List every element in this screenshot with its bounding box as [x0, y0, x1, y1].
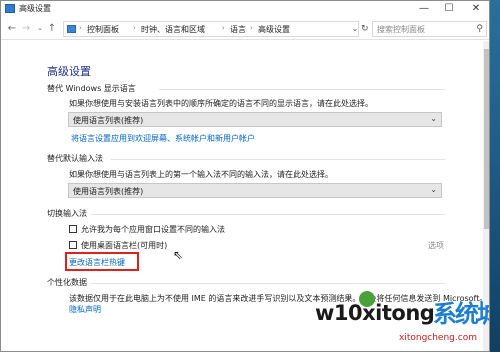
watermark-cn-text: 系统城: [433, 300, 489, 328]
switch-input-heading: 切换输入法: [47, 209, 87, 218]
section-divider: [91, 214, 445, 215]
privacy-statement-link[interactable]: 隐私声明: [69, 304, 101, 315]
page-title: 高级设置: [47, 65, 91, 78]
navigation-bar: ← → ⌄ ↑ › 控制面板 › 时钟、语言和区域 › 语言 › 高级设置 ⌄ …: [1, 18, 489, 40]
input-method-select[interactable]: 使用语言列表(推荐) ⌄: [68, 183, 442, 198]
input-method-select-value: 使用语言列表(推荐): [73, 187, 144, 196]
section-divider: [159, 89, 445, 90]
search-placeholder: 搜索控制面板: [377, 25, 425, 34]
refresh-icon[interactable]: ↻: [361, 21, 371, 37]
desktop-language-bar-label: 使用桌面语言栏(可用时): [81, 241, 168, 250]
scrollbar-thumb[interactable]: [484, 49, 489, 229]
control-panel-icon: [5, 4, 15, 13]
watermark-text: w10xitong: [315, 301, 435, 325]
maximize-button[interactable]: ☐: [438, 1, 460, 17]
mouse-cursor-icon: ⇖: [173, 248, 184, 262]
breadcrumb-separator: ›: [133, 24, 136, 32]
chevron-down-icon: ⌄: [430, 185, 437, 194]
forward-arrow-icon[interactable]: →: [19, 21, 33, 36]
breadcrumb-separator: ›: [79, 24, 82, 32]
back-arrow-icon[interactable]: ←: [5, 21, 19, 36]
advanced-settings-window: 高级设置 — ☐ ✕ ← → ⌄ ↑ › 控制面板 › 时钟、语言和区域 › 语…: [0, 0, 490, 352]
address-bar[interactable]: › 控制面板 › 时钟、语言和区域 › 语言 › 高级设置: [63, 21, 359, 37]
apply-language-settings-link[interactable]: 将语言设置应用到欢迎屏幕、系统帐户和新用户帐户: [71, 133, 255, 144]
address-dropdown-icon[interactable]: ⌄: [349, 21, 361, 37]
minimize-button[interactable]: —: [413, 1, 435, 17]
control-panel-small-icon: [67, 25, 76, 33]
up-arrow-icon[interactable]: ↑: [45, 21, 59, 36]
display-language-select[interactable]: 使用语言列表(推荐) ⌄: [68, 112, 442, 127]
title-bar: 高级设置 — ☐ ✕: [1, 1, 489, 17]
language-bar-options-link[interactable]: 选项: [428, 240, 444, 251]
desktop-language-bar-checkbox[interactable]: [69, 241, 77, 249]
close-button[interactable]: ✕: [463, 1, 489, 17]
search-icon[interactable]: ⚲: [476, 24, 483, 34]
window-title: 高级设置: [19, 4, 51, 13]
search-input[interactable]: 搜索控制面板 ⚲: [372, 21, 487, 37]
section-divider: [111, 159, 445, 160]
per-app-input-checkbox[interactable]: [69, 225, 77, 233]
chevron-down-icon: ⌄: [430, 114, 437, 123]
breadcrumb-separator: ›: [250, 24, 253, 32]
watermark-url: xitongcheng.com: [399, 333, 477, 343]
breadcrumb-clock-language-region[interactable]: 时钟、语言和区域: [141, 24, 205, 35]
personalization-heading: 个性化数据: [47, 278, 87, 287]
breadcrumb-advanced-settings[interactable]: 高级设置: [258, 24, 290, 35]
desktop-background: [490, 0, 500, 352]
input-method-description: 如果你想使用与语言列表上的第一个输入法不同的输入法，请在此处选择。: [69, 170, 333, 179]
input-method-heading: 替代默认输入法: [47, 154, 103, 163]
breadcrumb-control-panel[interactable]: 控制面板: [87, 24, 119, 35]
highlight-annotation: [65, 252, 139, 271]
breadcrumb-language[interactable]: 语言: [230, 24, 246, 35]
display-language-description: 如果你想使用与安装语言列表中的顺序所确定的语言不同的显示语言，请在此处选择。: [69, 99, 373, 108]
breadcrumb-separator: ›: [222, 24, 225, 32]
display-language-heading: 替代 Windows 显示语言: [47, 84, 136, 93]
per-app-input-label: 允许我为每个应用窗口设置不同的输入法: [81, 225, 225, 234]
display-language-select-value: 使用语言列表(推荐): [73, 116, 144, 125]
section-divider: [91, 283, 445, 284]
